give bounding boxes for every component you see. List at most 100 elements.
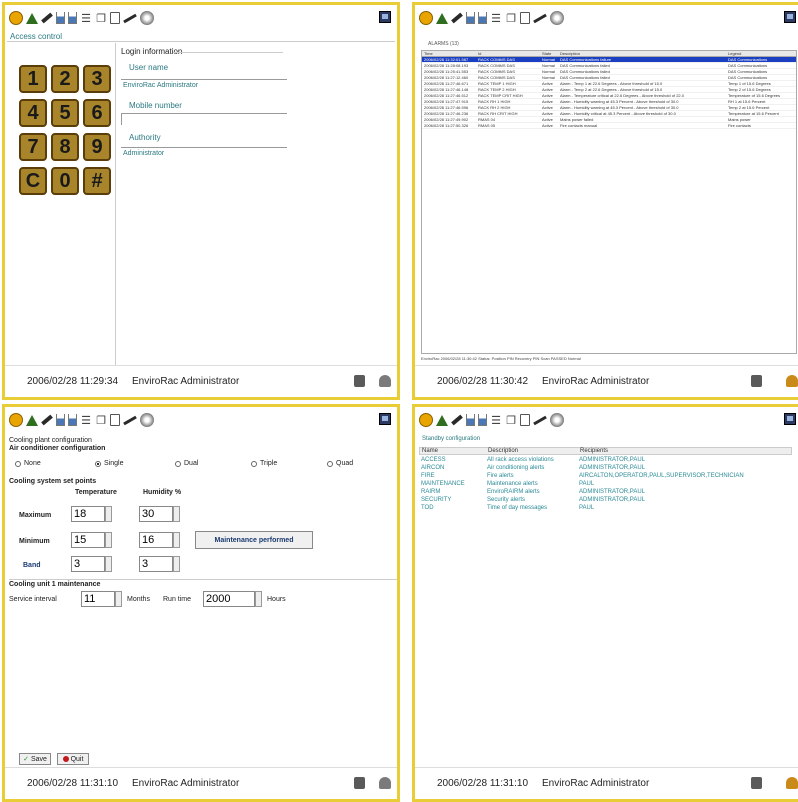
maintenance-performed-button[interactable]: Maintenance performed [195, 531, 313, 549]
bin-icon[interactable] [110, 414, 120, 426]
bin-icon[interactable] [520, 414, 530, 426]
service-interval-spinner[interactable] [115, 591, 122, 607]
temp-band-input[interactable]: 3 [71, 556, 105, 572]
warning-icon[interactable] [26, 12, 38, 24]
logo-icon[interactable] [9, 413, 23, 427]
key-4[interactable]: 4 [19, 99, 47, 127]
runtime-spinner[interactable] [255, 591, 262, 607]
hum-min-spinner[interactable] [173, 532, 180, 548]
globe-icon[interactable] [140, 11, 154, 25]
link-icon[interactable]: ☰ [80, 413, 92, 427]
temp-band-spinner[interactable] [105, 556, 112, 572]
hum-min-input[interactable]: 16 [139, 532, 173, 548]
speaker-icon[interactable] [354, 777, 365, 789]
user-icon[interactable] [786, 375, 798, 387]
temp-max-input[interactable]: 18 [71, 506, 105, 522]
runtime-input[interactable]: 2000 [203, 591, 255, 607]
temp-max-spinner[interactable] [105, 506, 112, 522]
user-icon[interactable] [379, 375, 391, 387]
hum-max-spinner[interactable] [173, 506, 180, 522]
list-item[interactable]: MAINTENANCE Maintenance alerts PAUL [419, 481, 792, 488]
col-description[interactable]: Description [488, 448, 518, 454]
speaker-icon[interactable] [751, 375, 762, 387]
tool-icon[interactable] [123, 415, 137, 425]
monitor-icon[interactable] [379, 413, 391, 425]
warning-icon[interactable] [436, 12, 448, 24]
copy-icon[interactable]: ❐ [505, 11, 517, 25]
key-0[interactable]: 0 [51, 167, 79, 195]
chart-icon[interactable] [68, 414, 77, 426]
monitor-icon[interactable] [379, 11, 391, 23]
tool-icon[interactable] [123, 13, 137, 23]
key-2[interactable]: 2 [51, 65, 79, 93]
pen-icon[interactable] [41, 12, 53, 24]
list-item[interactable]: FIRE Fire alerts AIRCALTON,OPERATOR,PAUL,S… [419, 473, 792, 480]
monitor-icon[interactable] [784, 11, 796, 23]
chart-icon[interactable] [68, 12, 77, 24]
bin-icon[interactable] [520, 12, 530, 24]
bar-icon[interactable] [466, 12, 475, 24]
save-button[interactable]: ✓ Save [19, 753, 51, 765]
authority-field[interactable]: Administrator [121, 147, 287, 159]
list-item[interactable]: RAIRM EnviroRAIRM alerts ADMINISTRATOR,PAU… [419, 489, 792, 496]
hum-band-input[interactable]: 3 [139, 556, 173, 572]
list-item[interactable]: ACCESS All rack access violations ADMINIST… [419, 457, 792, 464]
pen-icon[interactable] [451, 414, 463, 426]
copy-icon[interactable]: ❐ [95, 11, 107, 25]
speaker-icon[interactable] [751, 777, 762, 789]
mode-quad[interactable]: Quad [327, 460, 353, 467]
key-8[interactable]: 8 [51, 133, 79, 161]
globe-icon[interactable] [140, 413, 154, 427]
pen-icon[interactable] [41, 414, 53, 426]
globe-icon[interactable] [550, 413, 564, 427]
bar-icon[interactable] [56, 12, 65, 24]
bar-icon[interactable] [466, 414, 475, 426]
monitor-icon[interactable] [784, 413, 796, 425]
chart-icon[interactable] [478, 414, 487, 426]
link-icon[interactable]: ☰ [490, 11, 502, 25]
key-hash[interactable]: # [83, 167, 111, 195]
warning-icon[interactable] [26, 414, 38, 426]
logo-icon[interactable] [419, 413, 433, 427]
mode-single[interactable]: Single [95, 460, 123, 467]
logo-icon[interactable] [9, 11, 23, 25]
hum-band-spinner[interactable] [173, 556, 180, 572]
quit-button[interactable]: Quit [57, 753, 89, 765]
col-recipients[interactable]: Recipients [580, 448, 608, 454]
list-item[interactable]: AIRCON Air conditioning alerts ADMINISTRAT… [419, 465, 792, 472]
key-6[interactable]: 6 [83, 99, 111, 127]
copy-icon[interactable]: ❐ [95, 413, 107, 427]
mode-dual[interactable]: Dual [175, 460, 198, 467]
temp-min-input[interactable]: 15 [71, 532, 105, 548]
hum-max-input[interactable]: 30 [139, 506, 173, 522]
mode-none[interactable]: None [15, 460, 41, 467]
temp-min-spinner[interactable] [105, 532, 112, 548]
key-1[interactable]: 1 [19, 65, 47, 93]
chart-icon[interactable] [478, 12, 487, 24]
speaker-icon[interactable] [354, 375, 365, 387]
warning-icon[interactable] [436, 414, 448, 426]
logo-icon[interactable] [419, 11, 433, 25]
bar-icon[interactable] [56, 414, 65, 426]
link-icon[interactable]: ☰ [490, 413, 502, 427]
key-5[interactable]: 5 [51, 99, 79, 127]
alarms-tab[interactable]: ALARMS (13) [425, 41, 459, 47]
bin-icon[interactable] [110, 12, 120, 24]
list-item[interactable]: TOD Time of day messages PAUL [419, 505, 792, 512]
link-icon[interactable]: ☰ [80, 11, 92, 25]
tool-icon[interactable] [533, 13, 547, 23]
copy-icon[interactable]: ❐ [505, 413, 517, 427]
mode-triple[interactable]: Triple [251, 460, 277, 467]
list-item[interactable]: SECURITY Security alerts ADMINISTRATOR,PAU… [419, 497, 792, 504]
pen-icon[interactable] [451, 12, 463, 24]
username-field[interactable]: EnviroRac Administrator [121, 79, 287, 91]
user-icon[interactable] [379, 777, 391, 789]
key-3[interactable]: 3 [83, 65, 111, 93]
globe-icon[interactable] [550, 11, 564, 25]
table-row[interactable]: 2006/02/28 11:27:50.326 RMAS 05 Active Fire… [422, 123, 796, 129]
user-icon[interactable] [786, 777, 798, 789]
service-interval-input[interactable]: 11 [81, 591, 115, 607]
tool-icon[interactable] [533, 415, 547, 425]
key-c[interactable]: C [19, 167, 47, 195]
col-name[interactable]: Name [422, 448, 438, 454]
